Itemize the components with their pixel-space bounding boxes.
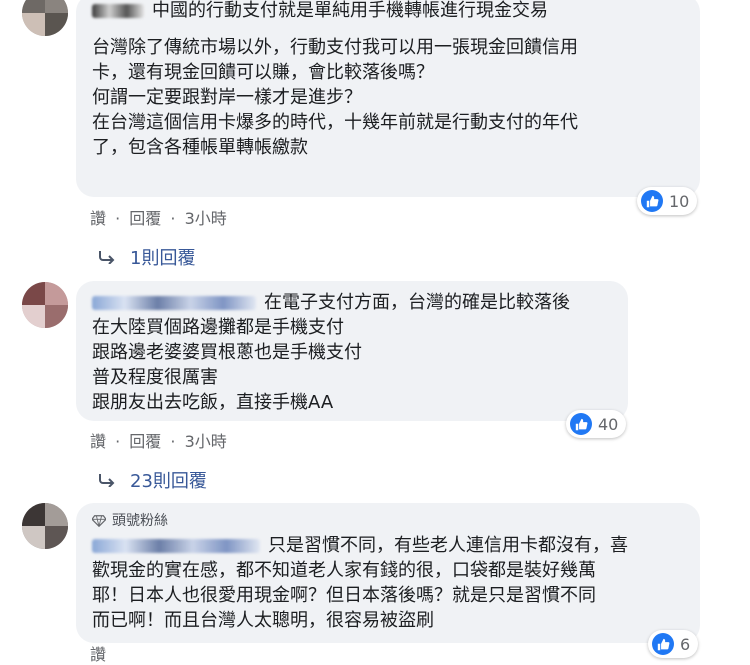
reaction-count[interactable]: 40 <box>566 410 627 438</box>
diamond-icon <box>92 515 106 528</box>
like-count: 10 <box>669 191 690 211</box>
comment-bubble: 中國的行動支付就是單純用手機轉帳進行現金交易 台灣除了傳統市場以外，行動支付我可… <box>76 0 700 197</box>
comment-line: 在電子支付方面，台灣的確是比較落後 <box>92 290 612 315</box>
comment-line: 歡現金的實在感，都不知道老人家有錢的很，口袋都是裝好幾萬 <box>92 560 596 581</box>
comment-line: 耶！日本人也很愛用現金啊？但日本落後嗎？就是只是習慣不同 <box>92 585 596 606</box>
view-replies-link[interactable]: 1則回覆 <box>98 244 195 270</box>
comment-line: 跟路邊老婆婆買根蔥也是手機支付 <box>92 342 362 363</box>
comment-first-line: 只是習慣不同，有些老人連信用卡都沒有，喜 <box>268 535 628 556</box>
like-icon <box>641 190 663 212</box>
comment-paragraph: 在台灣這個信用卡爆多的時代，十幾年前就是行動支付的年代 了，包含各種帳單轉帳繳款 <box>92 112 578 158</box>
badge-label: 頭號粉絲 <box>112 513 168 529</box>
author-name-blurred[interactable] <box>92 4 144 18</box>
comment-line: 普及程度很厲害 <box>92 367 218 388</box>
comment-paragraph: 台灣除了傳統市場以外，行動支付我可以用一張現金回饋信用 卡，還有現金回饋可以賺，… <box>92 37 578 83</box>
avatar[interactable] <box>22 0 68 36</box>
comment-line: 只是習慣不同，有些老人連信用卡都沒有，喜 <box>92 533 684 558</box>
comment-actions: 讚 · 回覆 · 3小時 <box>90 432 227 451</box>
comment-actions: 讚 · 回覆 · 3小時 <box>90 209 227 228</box>
author-name-blurred[interactable] <box>92 296 256 310</box>
reply-button[interactable]: 回覆 <box>129 209 161 228</box>
like-count: 40 <box>598 414 619 434</box>
reply-arrow-icon <box>99 474 115 487</box>
timestamp[interactable]: 3小時 <box>185 209 227 228</box>
author-name-blurred[interactable] <box>92 539 260 553</box>
like-count: 6 <box>680 634 691 654</box>
comment-paragraph: 何謂一定要跟對岸一樣才是進步？ <box>92 87 362 108</box>
comment-line: 而已啊！而且台灣人太聰明，很容易被盜刷 <box>92 610 434 631</box>
view-replies-link[interactable]: 23則回覆 <box>98 467 207 493</box>
reply-button[interactable]: 回覆 <box>129 432 161 451</box>
comment-line: 跟朋友出去吃飯，直接手機AA <box>92 392 334 413</box>
comment-line: 在大陸買個路邊攤都是手機支付 <box>92 317 344 338</box>
comment-first-line: 在電子支付方面，台灣的確是比較落後 <box>264 292 570 313</box>
reply-arrow-icon <box>99 251 115 264</box>
like-icon <box>652 633 674 655</box>
avatar[interactable] <box>22 503 68 549</box>
avatar[interactable] <box>22 282 68 328</box>
like-button[interactable]: 讚 <box>90 645 106 664</box>
replies-count: 1則回覆 <box>130 248 196 269</box>
comment-first-line: 中國的行動支付就是單純用手機轉帳進行現金交易 <box>152 0 548 21</box>
top-fan-badge: 頭號粉絲 <box>92 509 684 533</box>
like-button[interactable]: 讚 <box>90 209 106 228</box>
comment-bubble: 在電子支付方面，台灣的確是比較落後 在大陸買個路邊攤都是手機支付 跟路邊老婆婆買… <box>76 281 628 421</box>
reaction-count[interactable]: 10 <box>637 187 698 215</box>
timestamp[interactable]: 3小時 <box>185 432 227 451</box>
comment-actions: 讚 <box>90 641 110 665</box>
like-icon <box>570 413 592 435</box>
like-button[interactable]: 讚 <box>90 432 106 451</box>
replies-count: 23則回覆 <box>130 471 207 492</box>
comment-bubble: 頭號粉絲 只是習慣不同，有些老人連信用卡都沒有，喜 歡現金的實在感，都不知道老人… <box>76 503 700 643</box>
